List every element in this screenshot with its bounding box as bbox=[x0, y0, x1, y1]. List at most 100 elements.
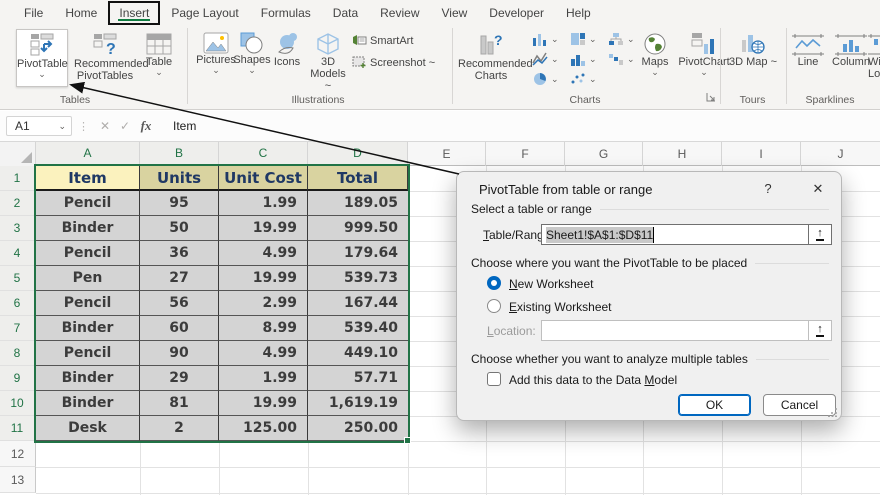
total-cell[interactable]: 539.40 bbox=[308, 316, 408, 341]
row-header[interactable]: 3 bbox=[0, 216, 36, 241]
new-worksheet-radio[interactable] bbox=[487, 276, 501, 290]
collapse-dialog-button[interactable]: ↑ bbox=[808, 224, 832, 245]
item-cell[interactable]: Pencil bbox=[36, 191, 140, 216]
unit-cost-cell[interactable]: 2.99 bbox=[219, 291, 308, 316]
tab-formulas[interactable]: Formulas bbox=[250, 2, 322, 24]
item-cell[interactable]: Pencil bbox=[36, 241, 140, 266]
row-header[interactable]: 11 bbox=[0, 416, 36, 441]
item-cell[interactable]: Binder bbox=[36, 366, 140, 391]
total-cell[interactable]: 57.71 bbox=[308, 366, 408, 391]
resize-grip-icon[interactable] bbox=[828, 407, 838, 417]
column-chart-button[interactable]: ⌄ bbox=[532, 32, 559, 46]
name-box[interactable]: A1 ⌄ bbox=[6, 116, 72, 136]
tab-file[interactable]: File bbox=[13, 2, 54, 24]
table-range-input[interactable]: Sheet1!$A$1:$D$11 bbox=[541, 224, 809, 245]
unit-cost-cell[interactable]: 8.99 bbox=[219, 316, 308, 341]
row-header[interactable]: 12 bbox=[0, 441, 36, 467]
recommended-charts-button[interactable]: ? Recommended Charts bbox=[458, 32, 533, 82]
item-cell[interactable]: Pencil bbox=[36, 291, 140, 316]
cancel-icon[interactable]: ✕ bbox=[95, 119, 115, 133]
line-or-scatter-chart-button[interactable]: ⌄ bbox=[532, 52, 559, 66]
row-header[interactable]: 1 bbox=[0, 166, 36, 191]
tab-page-layout[interactable]: Page Layout bbox=[160, 2, 249, 24]
total-cell[interactable]: 179.64 bbox=[308, 241, 408, 266]
recommended-pivottables-button[interactable]: ? Recommended PivotTables bbox=[74, 32, 149, 82]
row-header[interactable]: 7 bbox=[0, 316, 36, 341]
waterfall-chart-button[interactable]: ⌄ bbox=[608, 52, 635, 66]
total-cell[interactable]: 1,619.19 bbox=[308, 391, 408, 416]
unit-cost-cell[interactable]: 4.99 bbox=[219, 341, 308, 366]
column-header-j[interactable]: J bbox=[801, 142, 880, 166]
screenshot-button[interactable]: Screenshot ~ bbox=[352, 56, 435, 69]
tab-home[interactable]: Home bbox=[54, 2, 108, 24]
row-header[interactable]: 8 bbox=[0, 341, 36, 366]
unit-cost-cell[interactable]: 4.99 bbox=[219, 241, 308, 266]
tab-insert[interactable]: Insert bbox=[108, 1, 161, 25]
row-header[interactable]: 9 bbox=[0, 366, 36, 391]
item-cell[interactable]: Binder bbox=[36, 216, 140, 241]
cell-c1[interactable]: Unit Cost bbox=[219, 166, 308, 191]
units-cell[interactable]: 29 bbox=[140, 366, 219, 391]
scatter-chart-button[interactable]: ⌄ bbox=[570, 72, 597, 86]
units-cell[interactable]: 81 bbox=[140, 391, 219, 416]
tab-view[interactable]: View bbox=[431, 2, 479, 24]
total-cell[interactable]: 449.10 bbox=[308, 341, 408, 366]
tab-review[interactable]: Review bbox=[369, 2, 430, 24]
units-cell[interactable]: 56 bbox=[140, 291, 219, 316]
item-cell[interactable]: Desk bbox=[36, 416, 140, 441]
item-cell[interactable]: Pencil bbox=[36, 341, 140, 366]
column-header-h[interactable]: H bbox=[643, 142, 722, 166]
column-header-b[interactable]: B bbox=[140, 142, 219, 166]
column-header-d[interactable]: D bbox=[308, 142, 408, 166]
winloss-sparkline-button[interactable]: Win/ Loss bbox=[868, 34, 880, 80]
column-header-i[interactable]: I bbox=[722, 142, 801, 166]
tab-data[interactable]: Data bbox=[322, 2, 369, 24]
units-cell[interactable]: 2 bbox=[140, 416, 219, 441]
row-header[interactable]: 6 bbox=[0, 291, 36, 316]
column-header-f[interactable]: F bbox=[486, 142, 565, 166]
row-header[interactable]: 13 bbox=[0, 467, 36, 493]
icons-button[interactable]: Icons bbox=[268, 32, 306, 68]
pivottable-button[interactable]: PivotTable ⌄ bbox=[17, 32, 68, 79]
3d-map-button[interactable]: 3D Map ~ bbox=[728, 32, 778, 68]
pivotchart-button[interactable]: PivotChart ⌄ bbox=[678, 32, 730, 77]
ok-button[interactable]: OK bbox=[678, 394, 751, 416]
unit-cost-cell[interactable]: 1.99 bbox=[219, 191, 308, 216]
total-cell[interactable]: 999.50 bbox=[308, 216, 408, 241]
data-model-checkbox[interactable] bbox=[487, 372, 501, 386]
maps-button[interactable]: Maps ⌄ bbox=[636, 32, 674, 77]
cell-d1[interactable]: Total bbox=[308, 166, 408, 191]
charts-dialog-launcher-icon[interactable] bbox=[706, 92, 716, 102]
column-header-g[interactable]: G bbox=[565, 142, 643, 166]
units-cell[interactable]: 60 bbox=[140, 316, 219, 341]
row-header[interactable]: 5 bbox=[0, 266, 36, 291]
column-header-a[interactable]: A bbox=[36, 142, 140, 166]
units-cell[interactable]: 36 bbox=[140, 241, 219, 266]
row-header[interactable]: 4 bbox=[0, 241, 36, 266]
row-header[interactable]: 2 bbox=[0, 191, 36, 216]
hierarchy-chart-button[interactable]: ⌄ bbox=[608, 32, 635, 46]
tab-help[interactable]: Help bbox=[555, 2, 602, 24]
enter-icon[interactable]: ✓ bbox=[115, 119, 135, 133]
cell-a1[interactable]: Item bbox=[36, 166, 140, 191]
pie-chart-button[interactable]: ⌄ bbox=[532, 72, 559, 86]
smartart-button[interactable]: SmartArt bbox=[352, 34, 413, 47]
units-cell[interactable]: 90 bbox=[140, 341, 219, 366]
cancel-button[interactable]: Cancel bbox=[763, 394, 836, 416]
select-all-corner[interactable] bbox=[0, 142, 36, 166]
insert-function-icon[interactable]: fx bbox=[135, 118, 157, 134]
item-cell[interactable]: Binder bbox=[36, 316, 140, 341]
column-header-e[interactable]: E bbox=[408, 142, 486, 166]
column-header-c[interactable]: C bbox=[219, 142, 308, 166]
formula-input[interactable]: Item bbox=[173, 119, 196, 133]
unit-cost-cell[interactable]: 1.99 bbox=[219, 366, 308, 391]
line-sparkline-button[interactable]: Line bbox=[790, 34, 826, 68]
row-header[interactable]: 10 bbox=[0, 391, 36, 416]
histogram-chart-button[interactable]: ⌄ bbox=[570, 52, 597, 66]
units-cell[interactable]: 50 bbox=[140, 216, 219, 241]
item-cell[interactable]: Binder bbox=[36, 391, 140, 416]
3d-models-button[interactable]: 3D Models ~ bbox=[306, 32, 350, 92]
unit-cost-cell[interactable]: 19.99 bbox=[219, 266, 308, 291]
treemap-chart-button[interactable]: ⌄ bbox=[570, 32, 597, 46]
total-cell[interactable]: 189.05 bbox=[308, 191, 408, 216]
